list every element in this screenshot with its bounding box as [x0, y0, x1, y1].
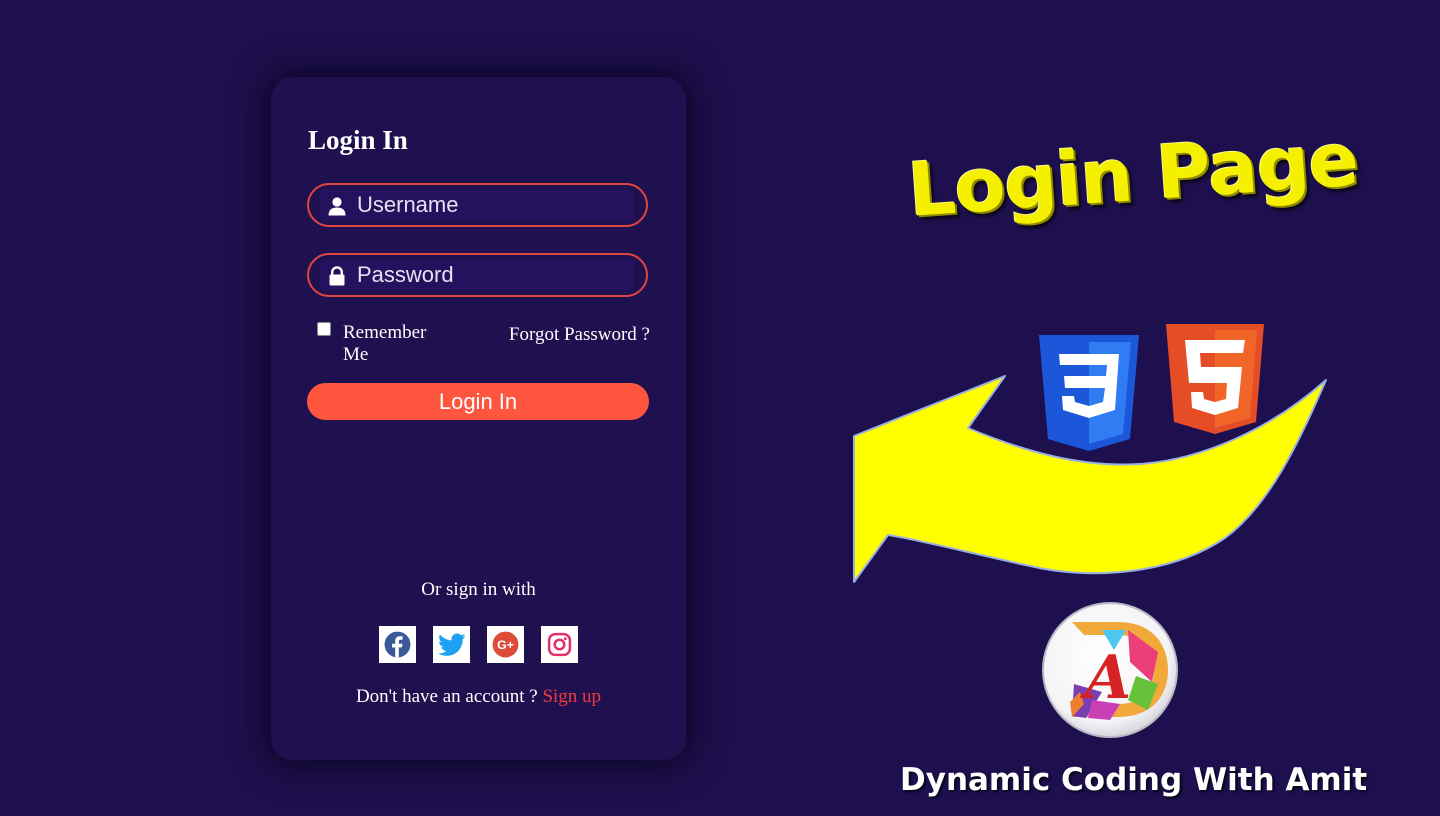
google-plus-button[interactable]: G+ — [487, 626, 524, 663]
css3-icon — [1039, 335, 1139, 451]
brand-logo: A — [1042, 602, 1178, 738]
social-icons: G+ — [379, 626, 579, 663]
username-field[interactable] — [307, 183, 648, 227]
password-input[interactable] — [357, 261, 627, 289]
signup-prompt: Don't have an account ? — [355, 686, 538, 707]
signup-link[interactable]: Sign up — [542, 686, 601, 707]
remember-me-label: Remember Me — [343, 322, 427, 365]
forgot-password-link[interactable]: Forgot Password ? — [509, 324, 650, 346]
login-title: Login In — [308, 125, 408, 155]
brand-logo-letter: A — [1080, 643, 1132, 713]
social-prompt: Or sign in with — [421, 579, 536, 600]
username-input[interactable] — [357, 191, 627, 219]
lock-icon — [329, 266, 345, 286]
svg-text:G+: G+ — [497, 638, 514, 652]
html5-icon — [1166, 324, 1264, 434]
brand-name: Dynamic Coding With Amit — [900, 762, 1368, 798]
facebook-icon — [384, 631, 411, 658]
facebook-button[interactable] — [379, 626, 416, 663]
remember-me-checkbox[interactable] — [317, 322, 331, 336]
signup-prompt-line: Don't have an account ? Sign up — [271, 686, 686, 708]
google-plus-icon: G+ — [492, 631, 519, 658]
instagram-icon — [547, 632, 572, 657]
twitter-button[interactable] — [433, 626, 470, 663]
password-field[interactable] — [307, 253, 648, 297]
twitter-icon — [437, 632, 466, 656]
login-button[interactable]: Login In — [307, 383, 649, 420]
login-card: Login In Remember Me Forgot Password ? L… — [271, 77, 686, 760]
instagram-button[interactable] — [541, 626, 578, 663]
hero-title: Login Page — [905, 116, 1361, 234]
user-icon — [328, 197, 346, 216]
